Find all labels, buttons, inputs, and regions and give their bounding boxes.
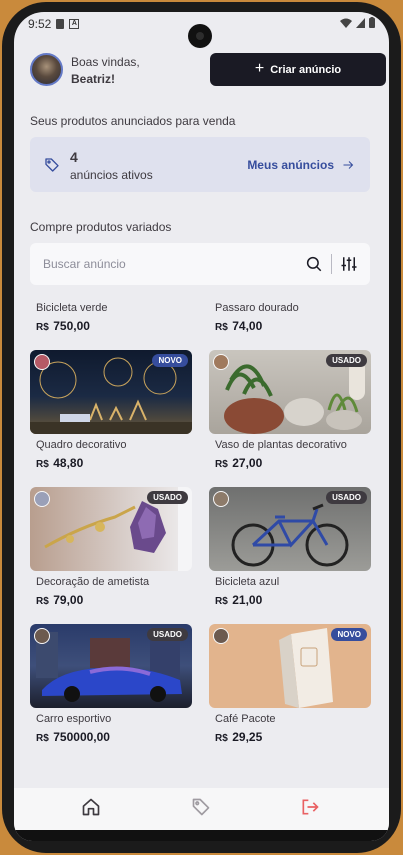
- user-avatar[interactable]: [30, 53, 63, 86]
- price-currency: R$: [36, 459, 49, 470]
- product-card[interactable]: NOVO Café Pacote R$ 29,25: [209, 624, 371, 746]
- front-camera: [188, 24, 212, 48]
- wifi-icon: [340, 18, 352, 28]
- condition-badge: NOVO: [331, 628, 367, 641]
- condition-badge: USADO: [147, 628, 188, 641]
- product-image: USADO: [209, 350, 371, 434]
- price-value: 29,25: [232, 730, 263, 744]
- create-ad-button[interactable]: + Criar anúncio: [210, 53, 386, 86]
- plus-icon: +: [254, 59, 265, 77]
- create-ad-label: Criar anúncio: [270, 63, 342, 76]
- price-currency: R$: [215, 596, 228, 607]
- my-ads-link-label: Meus anúncios: [247, 158, 334, 172]
- price-currency: R$: [215, 322, 228, 333]
- price-currency: R$: [215, 459, 228, 470]
- sim-icon: [56, 19, 65, 29]
- product-name: Café Pacote: [215, 713, 276, 725]
- product-name: Carro esportivo: [36, 713, 112, 725]
- condition-badge: USADO: [147, 491, 188, 504]
- price-value: 21,00: [232, 593, 263, 607]
- product-price: R$ 48,80: [30, 454, 192, 472]
- active-ads-label: anúncios ativos: [70, 168, 153, 182]
- search-input[interactable]: Buscar anúncio: [43, 257, 126, 271]
- my-ads-section-title: Seus produtos anunciados para venda: [30, 114, 236, 128]
- condition-badge: USADO: [326, 491, 367, 504]
- product-card[interactable]: Bicicleta verde R$ 750,00: [30, 299, 192, 335]
- price-value: 48,80: [53, 456, 84, 470]
- product-price: R$ 29,25: [209, 728, 371, 746]
- price-currency: R$: [36, 322, 49, 333]
- seller-avatar: [213, 354, 229, 370]
- browse-section-title: Compre produtos variados: [30, 220, 172, 234]
- price-value: 750000,00: [53, 730, 110, 744]
- product-card[interactable]: USADO Carro esportivo R$ 750000,00: [30, 624, 192, 746]
- filter-icon[interactable]: [340, 255, 358, 273]
- product-card[interactable]: NOVO Quadro decorativo R$ 48,80: [30, 350, 192, 472]
- product-name: Bicicleta verde: [36, 302, 108, 314]
- tag-icon[interactable]: [191, 797, 211, 817]
- price-value: 74,00: [232, 319, 263, 333]
- search-bar[interactable]: Buscar anúncio: [30, 243, 370, 285]
- product-card[interactable]: USADO Decoração de ametista R$ 79,00: [30, 487, 192, 609]
- seller-avatar: [34, 628, 50, 644]
- price-currency: R$: [36, 733, 49, 744]
- battery-icon: [369, 17, 375, 28]
- seller-avatar: [213, 491, 229, 507]
- app-screen: 9:52 A Boas vindas, Beatriz! + Criar anú…: [14, 12, 389, 841]
- my-ads-link[interactable]: Meus anúncios: [247, 158, 354, 172]
- price-value: 27,00: [232, 456, 263, 470]
- product-price: R$ 21,00: [209, 591, 371, 609]
- product-price: R$ 79,00: [30, 591, 192, 609]
- product-name: Vaso de plantas decorativo: [215, 439, 347, 451]
- product-card[interactable]: USADO Bicicleta azul R$ 21,00: [209, 487, 371, 609]
- home-icon[interactable]: [81, 797, 101, 817]
- signal-icon: [356, 17, 365, 28]
- seller-avatar: [34, 491, 50, 507]
- price-currency: R$: [215, 733, 228, 744]
- active-ads-count: 4: [70, 149, 78, 165]
- my-ads-card[interactable]: 4 anúncios ativos Meus anúncios: [30, 137, 370, 192]
- product-name: Bicicleta azul: [215, 576, 280, 588]
- product-card[interactable]: Passaro dourado R$ 74,00: [209, 299, 371, 335]
- product-name: Quadro decorativo: [36, 439, 127, 451]
- product-image: NOVO: [30, 350, 192, 434]
- search-icon[interactable]: [305, 255, 323, 273]
- status-time: 9:52: [28, 17, 52, 31]
- system-gesture-bar: [14, 830, 389, 841]
- product-price: R$ 27,00: [209, 454, 371, 472]
- seller-avatar: [34, 354, 50, 370]
- price-currency: R$: [36, 596, 49, 607]
- price-value: 79,00: [53, 593, 84, 607]
- condition-badge: USADO: [326, 354, 367, 367]
- product-price: R$ 750,00: [30, 317, 192, 335]
- product-name: Decoração de ametista: [36, 576, 150, 588]
- product-image: USADO: [209, 487, 371, 571]
- search-divider: [331, 254, 332, 274]
- bottom-navigation: [14, 788, 389, 830]
- product-image: USADO: [30, 624, 192, 708]
- tag-icon: [45, 158, 59, 172]
- product-image: USADO: [30, 487, 192, 571]
- greeting-text: Boas vindas,: [71, 55, 140, 69]
- header: Boas vindas, Beatriz! + Criar anúncio: [30, 53, 386, 87]
- product-price: R$ 74,00: [209, 317, 371, 335]
- product-image: NOVO: [209, 624, 371, 708]
- sign-out-icon[interactable]: [300, 797, 320, 817]
- price-value: 750,00: [53, 319, 90, 333]
- seller-avatar: [213, 628, 229, 644]
- product-card[interactable]: USADO Vaso de plantas decorativo R$ 27,0…: [209, 350, 371, 472]
- product-name: Passaro dourado: [215, 302, 299, 314]
- product-price: R$ 750000,00: [30, 728, 192, 746]
- condition-badge: NOVO: [152, 354, 188, 367]
- arrow-right-icon: [343, 161, 354, 169]
- user-name: Beatriz!: [71, 72, 116, 86]
- notification-icon: A: [69, 19, 80, 29]
